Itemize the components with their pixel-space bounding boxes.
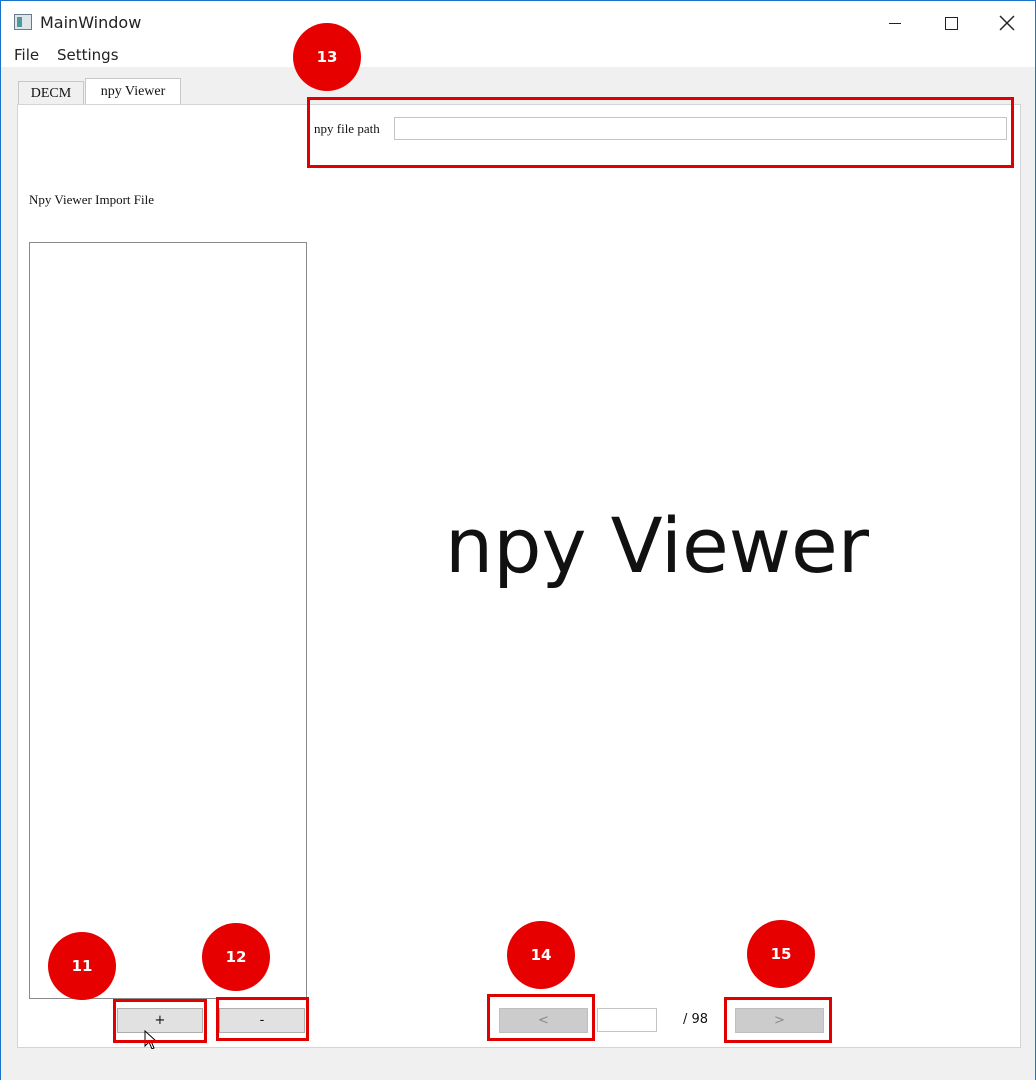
- annotation-badge-14: 14: [507, 921, 575, 989]
- maximize-button[interactable]: [923, 1, 979, 45]
- annotation-box-12: [216, 997, 309, 1041]
- page-number-input[interactable]: [597, 1008, 657, 1032]
- menu-file[interactable]: File: [14, 46, 39, 64]
- annotation-badge-15: 15: [747, 920, 815, 988]
- maximize-icon: [944, 16, 958, 30]
- minimize-icon: [889, 22, 901, 24]
- menu-bar: File Settings: [1, 45, 1035, 67]
- menu-settings[interactable]: Settings: [57, 46, 119, 64]
- page-total-label: / 98: [683, 1012, 709, 1027]
- annotation-box-15: [724, 997, 832, 1043]
- close-button[interactable]: [979, 1, 1035, 45]
- annotation-badge-12: 12: [202, 923, 270, 991]
- annotation-badge-11: 11: [48, 932, 116, 1000]
- tab-npy-viewer[interactable]: npy Viewer: [85, 78, 181, 105]
- close-icon: [999, 15, 1015, 31]
- annotation-box-14: [487, 994, 595, 1041]
- annotation-badge-13: 13: [293, 23, 361, 91]
- npy-viewer-display: npy Viewer: [445, 501, 869, 590]
- title-bar[interactable]: MainWindow: [1, 1, 1035, 45]
- window-app-icon: [14, 14, 32, 30]
- tab-decm[interactable]: DECM: [18, 81, 84, 105]
- main-window: MainWindow File Settings DECM npy Viewer…: [0, 0, 1036, 1080]
- annotation-box-13: [307, 97, 1014, 168]
- status-bar: [1, 1049, 1035, 1080]
- window-title: MainWindow: [40, 13, 142, 32]
- import-file-label: Npy Viewer Import File: [29, 192, 154, 207]
- import-file-list[interactable]: [29, 242, 307, 999]
- annotation-box-11: [113, 999, 207, 1043]
- minimize-button[interactable]: [867, 1, 923, 45]
